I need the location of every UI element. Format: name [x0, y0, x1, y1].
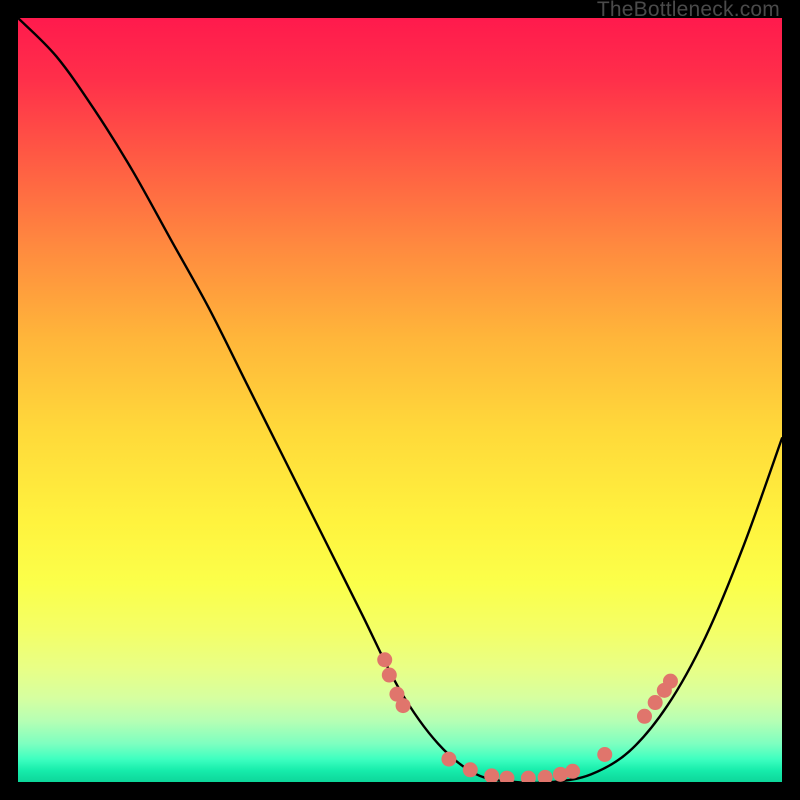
marker-dot [521, 771, 536, 782]
marker-dot [648, 695, 663, 710]
watermark-text: TheBottleneck.com [597, 0, 780, 22]
marker-dot [463, 762, 478, 777]
marker-dot [663, 674, 678, 689]
marker-dot [396, 698, 411, 713]
curve-line [18, 18, 782, 782]
plot-area [18, 18, 782, 782]
marker-dot [484, 768, 499, 782]
marker-dot [499, 771, 514, 782]
chart-svg [18, 18, 782, 782]
marker-dot [382, 668, 397, 683]
marker-dot [637, 709, 652, 724]
marker-dot [538, 770, 553, 782]
marker-dot [565, 764, 580, 779]
marker-dot [597, 747, 612, 762]
marker-dot [377, 652, 392, 667]
chart-frame: TheBottleneck.com [0, 0, 800, 800]
curve-markers [377, 652, 678, 782]
marker-dot [441, 752, 456, 767]
